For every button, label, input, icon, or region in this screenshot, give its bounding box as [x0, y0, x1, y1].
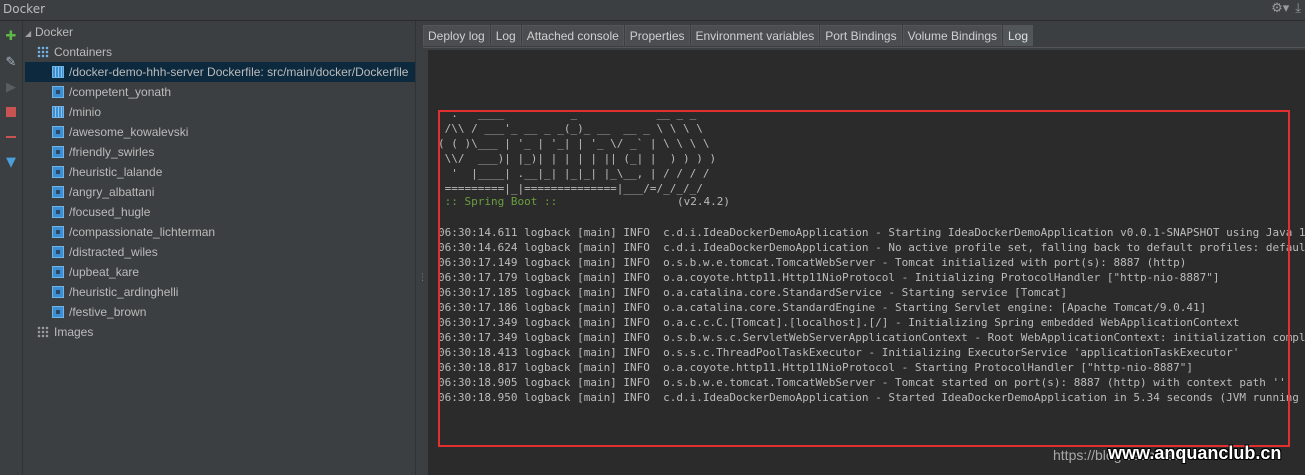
tree-node-label: Docker: [35, 25, 74, 39]
container-stopped-icon: [52, 286, 64, 298]
container-stopped-icon: [52, 126, 64, 138]
tree-node-label: /docker-demo-hhh-server Dockerfile: src/…: [69, 65, 409, 79]
tab-bar: Deploy log Log Attached console Properties E…: [423, 25, 1034, 47]
tool-window-title: Docker: [3, 2, 46, 16]
stop-icon[interactable]: [3, 104, 19, 120]
tree-node-container[interactable]: /focused_hugle: [52, 202, 150, 222]
tree-node-images[interactable]: Images: [37, 322, 93, 342]
tree-node-label: Images: [54, 325, 94, 339]
tab-deploy-log[interactable]: Deploy log: [423, 25, 490, 46]
tree-node-containers[interactable]: Containers: [37, 42, 112, 62]
tree-node-container[interactable]: /awesome_kowalevski: [52, 122, 188, 142]
tree-node-label: /focused_hugle: [69, 205, 151, 219]
containers-icon: [37, 46, 49, 58]
tree-node-container[interactable]: /docker-demo-hhh-server Dockerfile: src/…: [25, 62, 440, 82]
container-stopped-icon: [52, 186, 64, 198]
container-stopped-icon: [52, 86, 64, 98]
log-console[interactable]: . ____ _ __ _ _ /\\ / ___'_ __ _ _(_)_ _…: [428, 50, 1305, 475]
tool-window-titlebar: Docker ⚙▾ ⤓: [0, 0, 1305, 21]
highlight-box: [438, 110, 1290, 447]
tree-node-container[interactable]: /festive_brown: [52, 302, 146, 322]
tree-node-label: /heuristic_ardinghelli: [69, 285, 179, 299]
details-panel: Deploy log Log Attached console Properties E…: [423, 21, 1305, 475]
connect-icon[interactable]: ✚: [3, 28, 19, 44]
tree-node-label: /competent_yonath: [69, 85, 172, 99]
tree-node-label: /heuristic_lalande: [69, 165, 163, 179]
tree-node-label: /minio: [69, 105, 102, 119]
container-stopped-icon: [52, 246, 64, 258]
tree-node-label: Containers: [54, 45, 113, 59]
hide-icon[interactable]: ⤓: [1295, 1, 1301, 16]
tree-node-label: /angry_albattani: [69, 185, 155, 199]
tree-node-container[interactable]: /distracted_wiles: [52, 242, 158, 262]
tree-node-label: /friendly_swirles: [69, 145, 155, 159]
tree-node-container[interactable]: /compassionate_lichterman: [52, 222, 215, 242]
tree-node-container[interactable]: /upbeat_kare: [52, 262, 139, 282]
tree-node-container[interactable]: /heuristic_lalande: [52, 162, 162, 182]
container-stopped-icon: [52, 266, 64, 278]
filter-icon[interactable]: ▼: [3, 154, 19, 170]
tab-properties[interactable]: Properties: [624, 25, 690, 46]
images-icon: [37, 326, 49, 338]
tree-node-container[interactable]: /competent_yonath: [52, 82, 171, 102]
tree-node-container[interactable]: /angry_albattani: [52, 182, 154, 202]
delete-icon[interactable]: [3, 129, 19, 145]
container-stopped-icon: [52, 146, 64, 158]
tree-node-label: /festive_brown: [69, 305, 147, 319]
container-running-icon: [52, 106, 64, 118]
docker-tree: ◢ Docker Containers /docker-demo-hhh-serv…: [23, 21, 440, 475]
start-icon[interactable]: ▶: [3, 79, 19, 95]
container-stopped-icon: [52, 226, 64, 238]
tree-node-label: /awesome_kowalevski: [69, 125, 189, 139]
tab-log[interactable]: Log: [490, 25, 521, 46]
watermark-site: www.anquanclub.cn: [1108, 443, 1282, 463]
container-stopped-icon: [52, 306, 64, 318]
tree-node-container[interactable]: /heuristic_ardinghelli: [52, 282, 178, 302]
tree-node-docker[interactable]: ◢ Docker: [25, 22, 73, 42]
tree-node-label: /distracted_wiles: [69, 245, 158, 259]
tree-node-container[interactable]: /minio: [52, 102, 101, 122]
tab-log-active[interactable]: Log: [1003, 25, 1034, 46]
tree-node-label: /compassionate_lichterman: [69, 225, 216, 239]
tab-port-bindings[interactable]: Port Bindings: [820, 25, 902, 46]
container-stopped-icon: [52, 166, 64, 178]
container-stopped-icon: [52, 206, 64, 218]
docker-toolbar: ✚ ✎ ▶ ▼: [0, 21, 23, 475]
edit-configuration-icon[interactable]: ✎: [3, 54, 19, 70]
expand-arrow-icon[interactable]: ◢: [25, 24, 35, 42]
tree-node-label: /upbeat_kare: [69, 265, 140, 279]
tree-node-container[interactable]: /friendly_swirles: [52, 142, 154, 162]
tab-environment-variables[interactable]: Environment variables: [690, 25, 820, 46]
tab-attached-console[interactable]: Attached console: [521, 25, 624, 46]
tab-volume-bindings[interactable]: Volume Bindings: [902, 25, 1002, 46]
container-running-icon: [52, 66, 64, 78]
gear-icon[interactable]: ⚙▾: [1271, 1, 1289, 16]
